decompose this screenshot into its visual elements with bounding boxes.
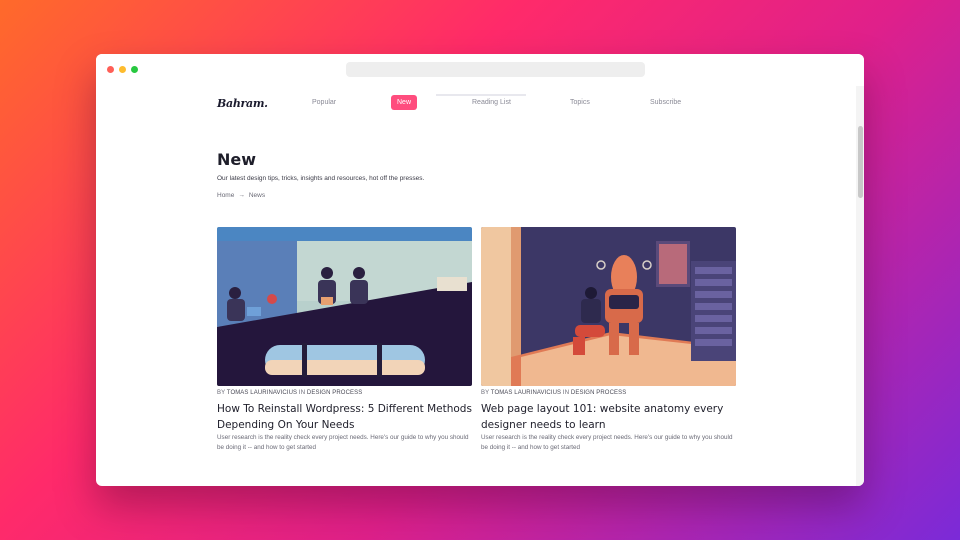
author-link[interactable]: TOMAS LAURINAVICIUS (227, 390, 297, 396)
top-navigation: Bahram. Popular New Reading List Topics … (96, 94, 856, 116)
article-title[interactable]: Web page layout 101: website anatomy eve… (481, 401, 736, 433)
article-meta: BY TOMAS LAURINAVICIUS IN DESIGN PROCESS (481, 390, 627, 396)
page-intro: Our latest design tips, tricks, insights… (217, 175, 425, 182)
article-card[interactable]: BY TOMAS LAURINAVICIUS IN DESIGN PROCESS… (217, 227, 472, 452)
nav-divider (436, 94, 526, 96)
breadcrumb: Home → News (217, 192, 265, 199)
nav-item-new[interactable]: New (391, 95, 418, 110)
page-title: New (217, 150, 257, 169)
scrollbar-thumb[interactable] (858, 126, 863, 198)
robot-repair-illustration[interactable] (481, 227, 736, 386)
title-bar (96, 54, 864, 86)
article-description: User research is the reality check every… (481, 434, 733, 451)
browser-window: Bahram. Popular New Reading List Topics … (96, 54, 864, 486)
breadcrumb-current: News (248, 192, 266, 199)
article-description: User research is the reality check every… (217, 434, 469, 451)
arrow-right-icon: → (238, 192, 245, 199)
nav-item-topics[interactable]: Topics (570, 99, 590, 106)
category-link[interactable]: DESIGN PROCESS (307, 390, 362, 396)
article-card[interactable]: BY TOMAS LAURINAVICIUS IN DESIGN PROCESS… (481, 227, 736, 452)
article-meta: BY TOMAS LAURINAVICIUS IN DESIGN PROCESS (217, 390, 363, 396)
scrollbar[interactable] (856, 86, 864, 486)
nav-item-popular[interactable]: Popular (312, 99, 336, 106)
nav-item-reading-list[interactable]: Reading List (472, 99, 511, 106)
article-title[interactable]: How To Reinstall Wordpress: 5 Different … (217, 401, 472, 433)
breadcrumb-home[interactable]: Home (217, 192, 234, 199)
author-link[interactable]: TOMAS LAURINAVICIUS (491, 390, 561, 396)
site-logo[interactable]: Bahram. (217, 97, 268, 110)
nav-item-subscribe[interactable]: Subscribe (650, 99, 681, 106)
category-link[interactable]: DESIGN PROCESS (571, 390, 626, 396)
office-team-illustration[interactable] (217, 227, 472, 386)
address-bar[interactable] (346, 62, 645, 77)
close-window-button[interactable] (107, 66, 114, 73)
maximize-window-button[interactable] (131, 66, 138, 73)
minimize-window-button[interactable] (119, 66, 126, 73)
page-content: Bahram. Popular New Reading List Topics … (96, 86, 856, 486)
